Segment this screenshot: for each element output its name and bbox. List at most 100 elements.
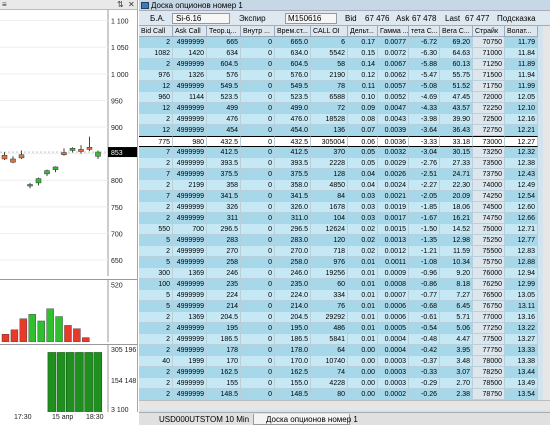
table-row[interactable]: 2 4999999 195 0 195.0 486 0.01 0.0005 -0.54 5.06 7…	[139, 323, 543, 334]
table-cell: 576.0	[275, 70, 311, 81]
close-icon[interactable]: ✕	[128, 0, 135, 10]
table-row[interactable]: 5 4999999 214 0 214.0 76 0.01 0.0006 -0.68 6.45 76…	[139, 301, 543, 312]
table-row[interactable]: 2 4999999 270 0 270.0 718 0.02 0.0012 -1.21 11.59…	[139, 246, 543, 257]
table-cell: 72000	[473, 92, 505, 103]
price-chart[interactable]: 1 1001 0501 000950900850800750700650853	[0, 10, 138, 276]
table-row[interactable]: 40 1999 170 0 170.0 10740 0.00 0.0003 -0.37 3.48 7…	[139, 356, 543, 367]
table-cell: 4999999	[173, 246, 207, 257]
column-header[interactable]: Страйк	[473, 26, 505, 37]
table-row[interactable]: 2 4999999 311 0 311.0 104 0.03 0.0017 -1.67 16.21…	[139, 213, 543, 224]
table-row[interactable]: 2 4999999 604.5 0 604.5 58 0.14 0.0067 -5.88 60.1…	[139, 59, 543, 70]
column-header[interactable]: Теор.ц...	[207, 26, 241, 37]
price-chart-pane[interactable]: 1 1001 0501 000950900850800750700650853	[0, 10, 138, 276]
table-row[interactable]: 12 4999999 499 0 499.0 72 0.09 0.0047 -4.33 43.57…	[139, 103, 543, 114]
vertical-scrollbar[interactable]	[543, 26, 550, 400]
table-row[interactable]: 1082 1420 634 0 634.0 5542 0.15 0.0072 -6.30 64.6…	[139, 48, 543, 59]
column-header[interactable]: Bid Call	[139, 26, 173, 37]
table-row[interactable]: 960 1144 523.5 0 523.5 6588 0.10 0.0052 -4.69 47.…	[139, 92, 543, 103]
table-cell: -5.08	[409, 81, 440, 92]
table-cell: 4999999	[173, 213, 207, 224]
table-cell: 2	[139, 158, 173, 169]
column-header[interactable]: CALL OI	[311, 26, 348, 37]
table-row[interactable]: 2 4999999 148.5 0 148.5 80 0.00 0.0002 -0.26 2.38…	[139, 389, 543, 400]
open-interest-chart[interactable]: 305 196154 1483 100	[0, 345, 138, 412]
table-cell: -0.26	[409, 389, 440, 400]
column-header[interactable]: Врем.ст...	[275, 26, 311, 37]
hint-button[interactable]: Подсказка	[497, 14, 536, 23]
table-cell: 0.04	[348, 169, 378, 180]
table-row[interactable]: 12 4999999 454 0 454.0 136 0.07 0.0039 -3.64 36.4…	[139, 125, 543, 136]
table-cell: 0	[241, 191, 275, 202]
table-cell: 2	[139, 345, 173, 356]
table-row[interactable]: 100 4999999 235 0 235.0 60 0.01 0.0008 -0.86 8.18…	[139, 279, 543, 290]
table-row[interactable]: 2 4999999 326 0 326.0 1678 0.03 0.0019 -1.85 18.0…	[139, 202, 543, 213]
ba-label: Б.А.	[150, 14, 166, 23]
column-header[interactable]: Ask Call	[173, 26, 207, 37]
column-header[interactable]: Гамма ...	[378, 26, 409, 37]
table-row[interactable]: 300 1369 246 0 246.0 19256 0.01 0.0009 -0.96 9.20…	[139, 268, 543, 279]
table-row[interactable]: 2 1369 204.5 0 204.5 29292 0.01 0.0006 -0.61 5.71…	[139, 312, 543, 323]
table-cell: 11.79	[505, 37, 538, 48]
table-row[interactable]: 5 4999999 224 0 224.0 334 0.01 0.0007 -0.77 7.27 7…	[139, 290, 543, 301]
expiry-select[interactable]: M150616	[285, 13, 337, 24]
table-cell: 148.5	[275, 389, 311, 400]
table-row[interactable]: 2 2199 358 0 358.0 4850 0.04 0.0024 -2.27 22.30 74…	[139, 180, 543, 191]
ba-value: Si-6.16	[176, 14, 202, 23]
table-cell: -4.33	[409, 103, 440, 114]
oi-bar	[66, 352, 75, 412]
menu-icon[interactable]: ≡	[2, 0, 7, 10]
table-row[interactable]: 7 4999999 412.5 0 412.5 370 0.05 0.0032 -3.04 30.…	[139, 147, 543, 158]
table-cell: 311.0	[275, 213, 311, 224]
table-row[interactable]: 550 700 296.5 0 296.5 12624 0.02 0.0015 -1.50 14.…	[139, 224, 543, 235]
table-cell: 12.71	[505, 224, 538, 235]
table-row[interactable]: 2 4999999 186.5 0 186.5 5841 0.01 0.0004 -0.48 4.…	[139, 334, 543, 345]
table-cell: -0.37	[409, 356, 440, 367]
expand-icon[interactable]: ⇅	[117, 0, 124, 10]
table-row[interactable]: 976 1326 576 0 576.0 2190 0.12 0.0062 -5.47 55.75…	[139, 70, 543, 81]
column-header[interactable]: Вега С...	[440, 26, 473, 37]
horizontal-scrollbar[interactable]	[139, 400, 550, 410]
table-cell: 0	[241, 158, 275, 169]
table-cell: 4999999	[173, 367, 207, 378]
oi-tick-label: 305 196	[111, 347, 136, 354]
ba-select[interactable]: Si-6.16	[172, 13, 230, 24]
table-row[interactable]: 7 4999999 341.5 0 341.5 84 0.03 0.0021 -2.05 20.0…	[139, 191, 543, 202]
table-cell: 4999999	[173, 191, 207, 202]
table-row[interactable]: 5 4999999 258 0 258.0 976 0.01 0.0011 -1.08 10.34…	[139, 257, 543, 268]
table-row[interactable]: 2 4999999 665 0 665.0 6 0.17 0.0077 -6.72 69.20 70…	[139, 37, 543, 48]
table-cell: -6.30	[409, 48, 440, 59]
table-cell: 2	[139, 213, 173, 224]
column-header[interactable]: Волат...	[505, 26, 538, 37]
table-row[interactable]: 2 4999999 155 0 155.0 4228 0.00 0.0003 -0.29 2.70…	[139, 378, 543, 389]
table-cell: 104	[311, 213, 348, 224]
tab-usd-chart[interactable]: USD000UTSTOM 10 Min	[147, 414, 251, 425]
table-row[interactable]: 2 4999999 162.5 0 162.5 74 0.00 0.0003 -0.33 3.07…	[139, 367, 543, 378]
table-cell: 0.14	[348, 59, 378, 70]
table-cell: 24.71	[440, 169, 473, 180]
table-cell: 5.06	[440, 323, 473, 334]
candle-body	[10, 158, 16, 163]
table-row[interactable]: 775 980 432.5 0 432.5 305004 0.06 0.0036 -3.33 33…	[139, 136, 543, 147]
table-cell: 412.5	[275, 147, 311, 158]
volume-chart-pane[interactable]: 520	[0, 279, 138, 343]
tab-options-board[interactable]: Доска опционов номер 1	[253, 414, 358, 425]
table-row[interactable]: 7 4999999 375.5 0 375.5 128 0.04 0.0026 -2.51 24.…	[139, 169, 543, 180]
open-interest-pane[interactable]: 305 196 154 148 3 100	[0, 344, 138, 412]
window-titlebar[interactable]: Доска опционов номер 1	[139, 0, 550, 11]
table-row[interactable]: 2 4999999 393.5 0 393.5 2228 0.05 0.0029 -2.76 27…	[139, 158, 543, 169]
table-row[interactable]: 2 4999999 178 0 178.0 64 0.00 0.0004 -0.42 3.95 77…	[139, 345, 543, 356]
table-cell: 0	[241, 81, 275, 92]
table-row[interactable]: 2 4999999 476 0 476.0 18528 0.08 0.0043 -3.98 39.…	[139, 114, 543, 125]
column-header[interactable]: Дельт...	[348, 26, 378, 37]
table-cell: 170	[207, 356, 241, 367]
volume-chart[interactable]: 520	[0, 280, 138, 343]
table-cell: 576	[207, 70, 241, 81]
table-row[interactable]: 12 4999999 549.5 0 549.5 78 0.11 0.0057 -5.08 51.…	[139, 81, 543, 92]
column-header[interactable]: Внутр ...	[241, 26, 275, 37]
table-cell: 454	[207, 125, 241, 136]
table-cell: 0	[241, 378, 275, 389]
column-header[interactable]: тета С...	[409, 26, 440, 37]
table-cell: 0.04	[348, 180, 378, 191]
candle-body	[61, 152, 67, 155]
table-row[interactable]: 5 4999999 283 0 283.0 120 0.02 0.0013 -1.35 12.98…	[139, 235, 543, 246]
